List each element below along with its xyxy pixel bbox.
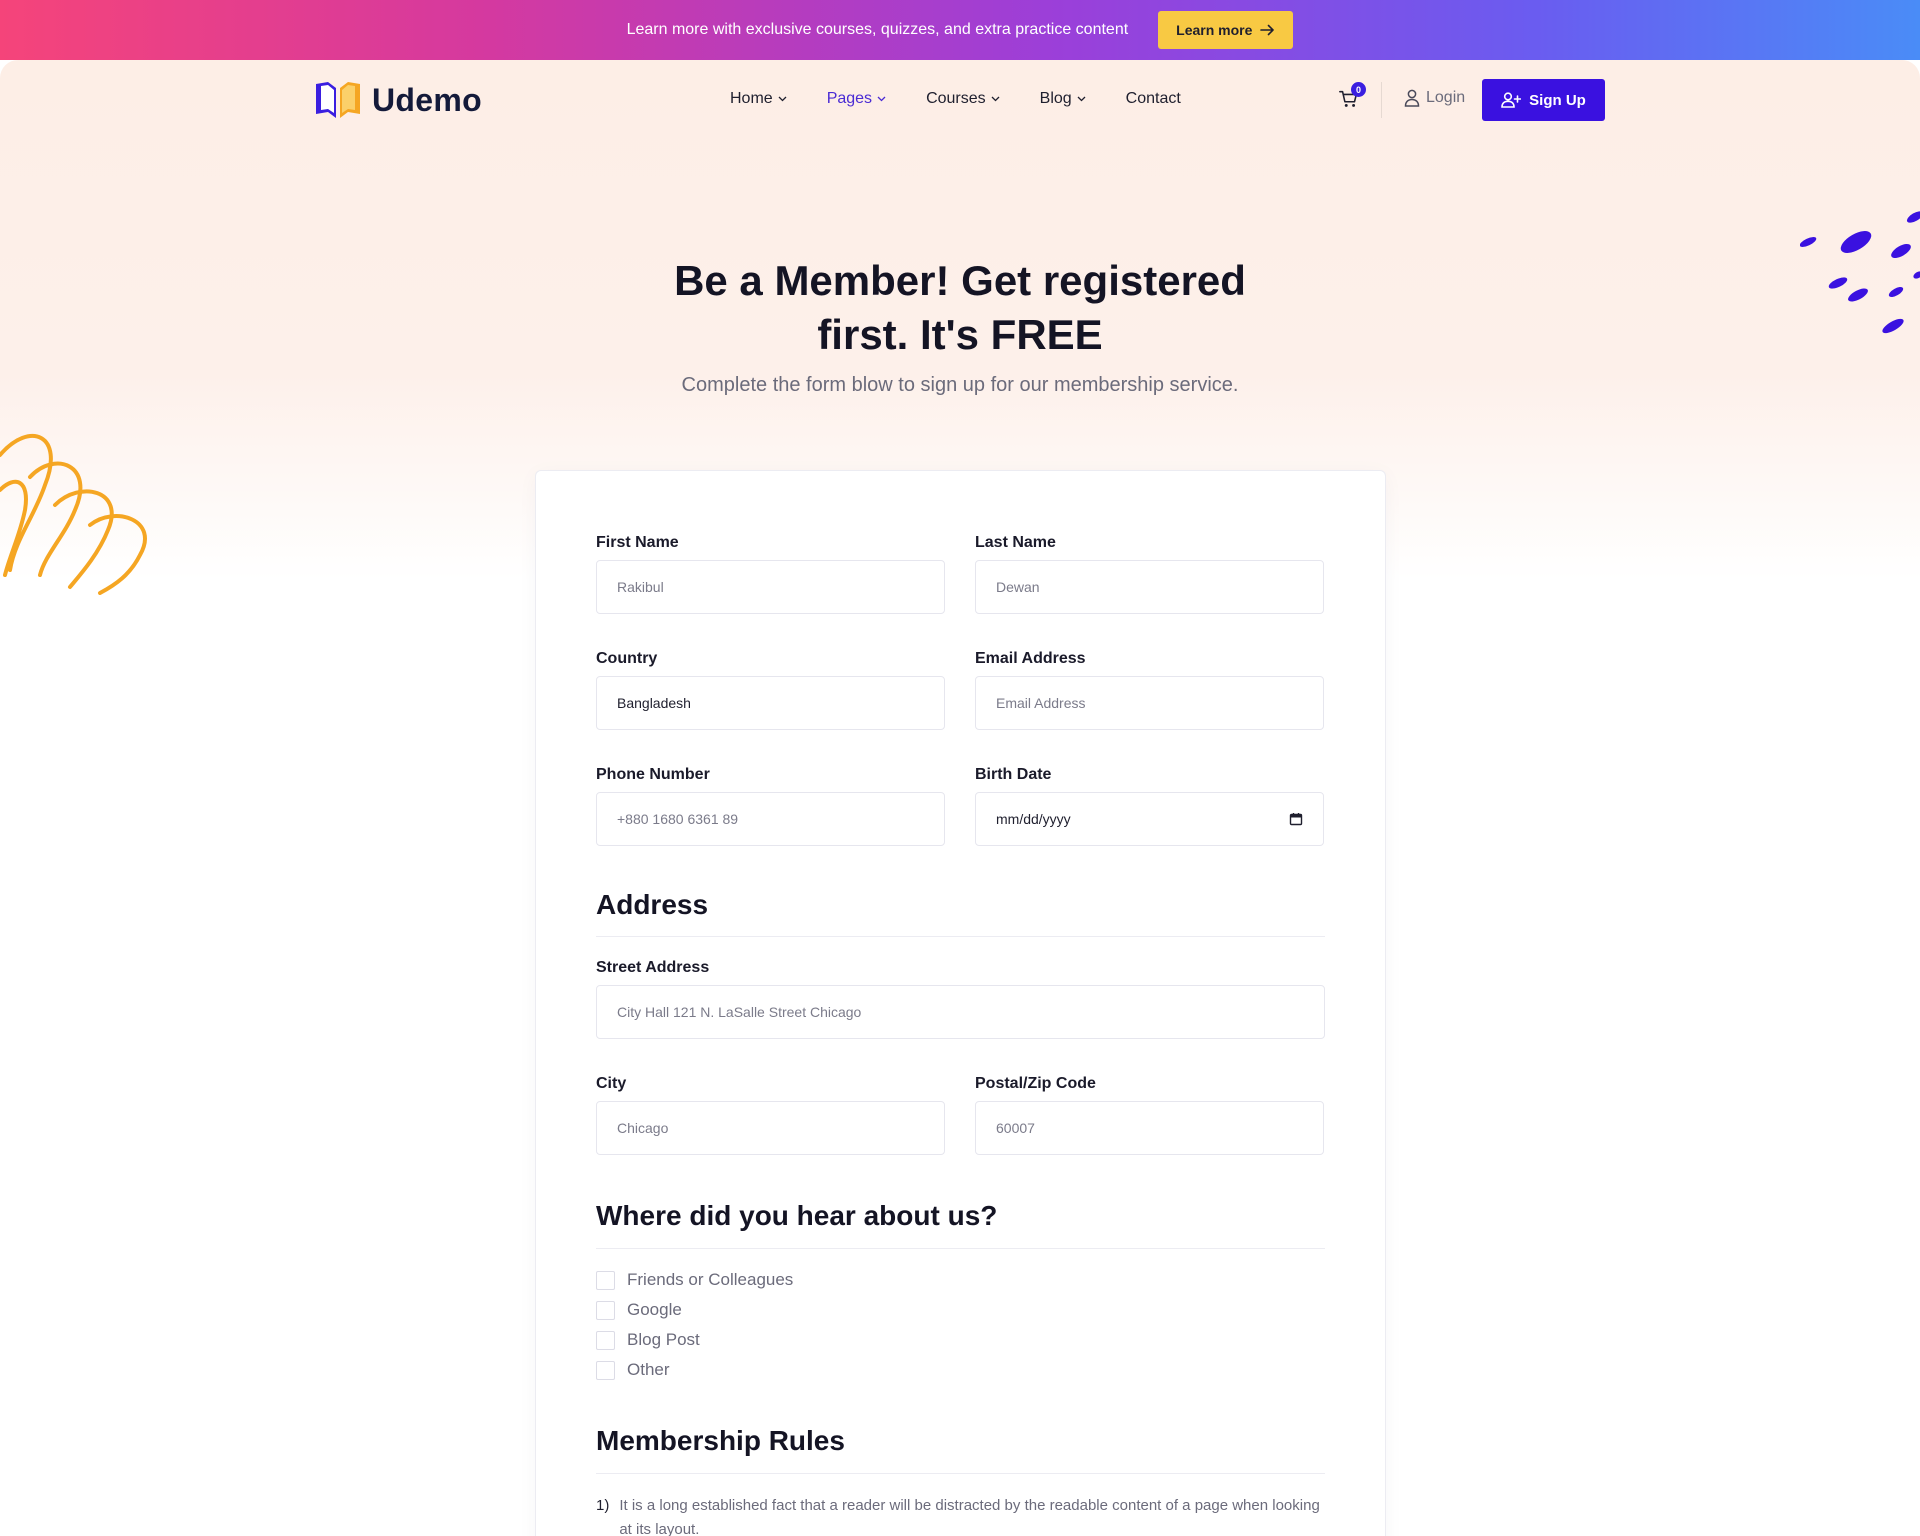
checkbox-label: Blog Post	[627, 1330, 700, 1349]
header-divider	[1381, 82, 1382, 118]
rule-item: 1) It is a long established fact that a …	[596, 1494, 1326, 1536]
option-blog-post[interactable]: Blog Post	[596, 1330, 700, 1350]
nav-blog-label: Blog	[1039, 90, 1072, 107]
membership-rules-heading: Membership Rules	[596, 1425, 845, 1456]
promo-text: Learn more with exclusive courses, quizz…	[626, 21, 1129, 38]
cart-count-badge: 0	[1351, 82, 1366, 97]
hear-about-heading: Where did you hear about us?	[596, 1200, 998, 1231]
user-plus-icon	[1501, 92, 1522, 108]
email-input[interactable]: Email Address	[975, 676, 1324, 730]
nav-contact-label: Contact	[1125, 90, 1181, 107]
first-name-label: First Name	[596, 534, 679, 551]
nav-pages-label: Pages	[826, 90, 873, 107]
postal-code-input[interactable]: 60007	[975, 1101, 1324, 1155]
birth-date-field: Birth Date mm/dd/yyyy	[975, 766, 1324, 846]
nav-pages[interactable]: Pages	[827, 90, 886, 108]
first-name-input[interactable]: Rakibul	[596, 560, 945, 614]
section-divider	[596, 1473, 1325, 1474]
login-label: Login	[1426, 89, 1466, 106]
postal-code-field: Postal/Zip Code 60007	[975, 1075, 1324, 1155]
page-subtitle: Complete the form blow to sign up for ou…	[681, 374, 1239, 396]
calendar-icon	[1289, 813, 1303, 826]
last-name-label: Last Name	[975, 534, 1056, 551]
signup-button[interactable]: Sign Up	[1482, 79, 1605, 121]
nav-courses-label: Courses	[926, 90, 986, 107]
street-address-field: Street Address City Hall 121 N. LaSalle …	[596, 959, 1325, 1039]
chevron-down-icon	[991, 96, 1000, 102]
city-label: City	[596, 1075, 627, 1092]
brand-name: Udemo	[372, 81, 482, 118]
user-icon	[1404, 89, 1420, 107]
nav-home[interactable]: Home	[730, 90, 787, 108]
option-friends-colleagues[interactable]: Friends or Colleagues	[596, 1270, 793, 1290]
birth-date-value: mm/dd/yyyy	[996, 811, 1071, 827]
signup-label: Sign Up	[1529, 91, 1586, 109]
open-book-icon	[316, 82, 360, 118]
decorative-dashes-shape	[1800, 211, 1920, 334]
signup-form-card: First Name Rakibul Last Name Dewan Count…	[535, 470, 1386, 1536]
city-field: City Chicago	[596, 1075, 945, 1155]
postal-code-label: Postal/Zip Code	[975, 1075, 1096, 1092]
first-name-field: First Name Rakibul	[596, 534, 945, 614]
last-name-input[interactable]: Dewan	[975, 560, 1324, 614]
decorative-loops-shape	[0, 434, 147, 595]
city-input[interactable]: Chicago	[596, 1101, 945, 1155]
country-label: Country	[596, 650, 658, 667]
site-header: Udemo Home Pages Courses Blog Contact 0	[0, 60, 1920, 140]
address-heading: Address	[596, 889, 709, 920]
checkbox-label: Other	[627, 1360, 670, 1379]
phone-field: Phone Number +880 1680 6361 89	[596, 766, 945, 846]
option-google[interactable]: Google	[596, 1300, 682, 1320]
birth-date-input[interactable]: mm/dd/yyyy	[975, 792, 1324, 846]
last-name-field: Last Name Dewan	[975, 534, 1324, 614]
country-field: Country Bangladesh	[596, 650, 945, 730]
chevron-down-icon	[877, 96, 886, 102]
option-other[interactable]: Other	[596, 1360, 670, 1380]
section-divider	[596, 936, 1325, 937]
page-title: Be a Member! Get registered first. It's …	[674, 257, 1246, 358]
birth-date-label: Birth Date	[975, 766, 1052, 783]
login-link[interactable]: Login	[1404, 89, 1465, 107]
street-address-input[interactable]: City Hall 121 N. LaSalle Street Chicago	[596, 985, 1325, 1039]
email-label: Email Address	[975, 650, 1086, 667]
arrow-right-icon	[1260, 24, 1275, 36]
nav-home-label: Home	[730, 90, 773, 107]
nav-blog[interactable]: Blog	[1040, 90, 1086, 108]
checkbox-label: Friends or Colleagues	[627, 1270, 794, 1289]
checkbox[interactable]	[596, 1330, 615, 1350]
phone-label: Phone Number	[596, 766, 710, 783]
email-field: Email Address Email Address	[975, 650, 1324, 730]
checkbox[interactable]	[596, 1300, 615, 1320]
rule-number: 1)	[596, 1497, 610, 1514]
section-divider	[596, 1248, 1325, 1249]
nav-courses[interactable]: Courses	[926, 90, 1000, 108]
chevron-down-icon	[1077, 96, 1086, 102]
main-nav: Home Pages Courses Blog Contact	[730, 90, 1181, 108]
chevron-down-icon	[778, 96, 787, 102]
country-select[interactable]: Bangladesh	[596, 676, 945, 730]
checkbox-label: Google	[627, 1300, 682, 1319]
cart-button[interactable]: 0	[1338, 82, 1366, 112]
logo[interactable]: Udemo	[314, 80, 482, 120]
phone-input[interactable]: +880 1680 6361 89	[596, 792, 945, 846]
learn-more-label: Learn more	[1176, 22, 1253, 38]
checkbox[interactable]	[596, 1270, 615, 1290]
street-address-label: Street Address	[596, 959, 710, 976]
checkbox[interactable]	[596, 1360, 615, 1380]
rule-text: It is a long established fact that a rea…	[619, 1497, 1320, 1536]
promo-banner: Learn more with exclusive courses, quizz…	[0, 0, 1920, 60]
learn-more-button[interactable]: Learn more	[1158, 11, 1294, 49]
nav-contact[interactable]: Contact	[1126, 90, 1181, 108]
